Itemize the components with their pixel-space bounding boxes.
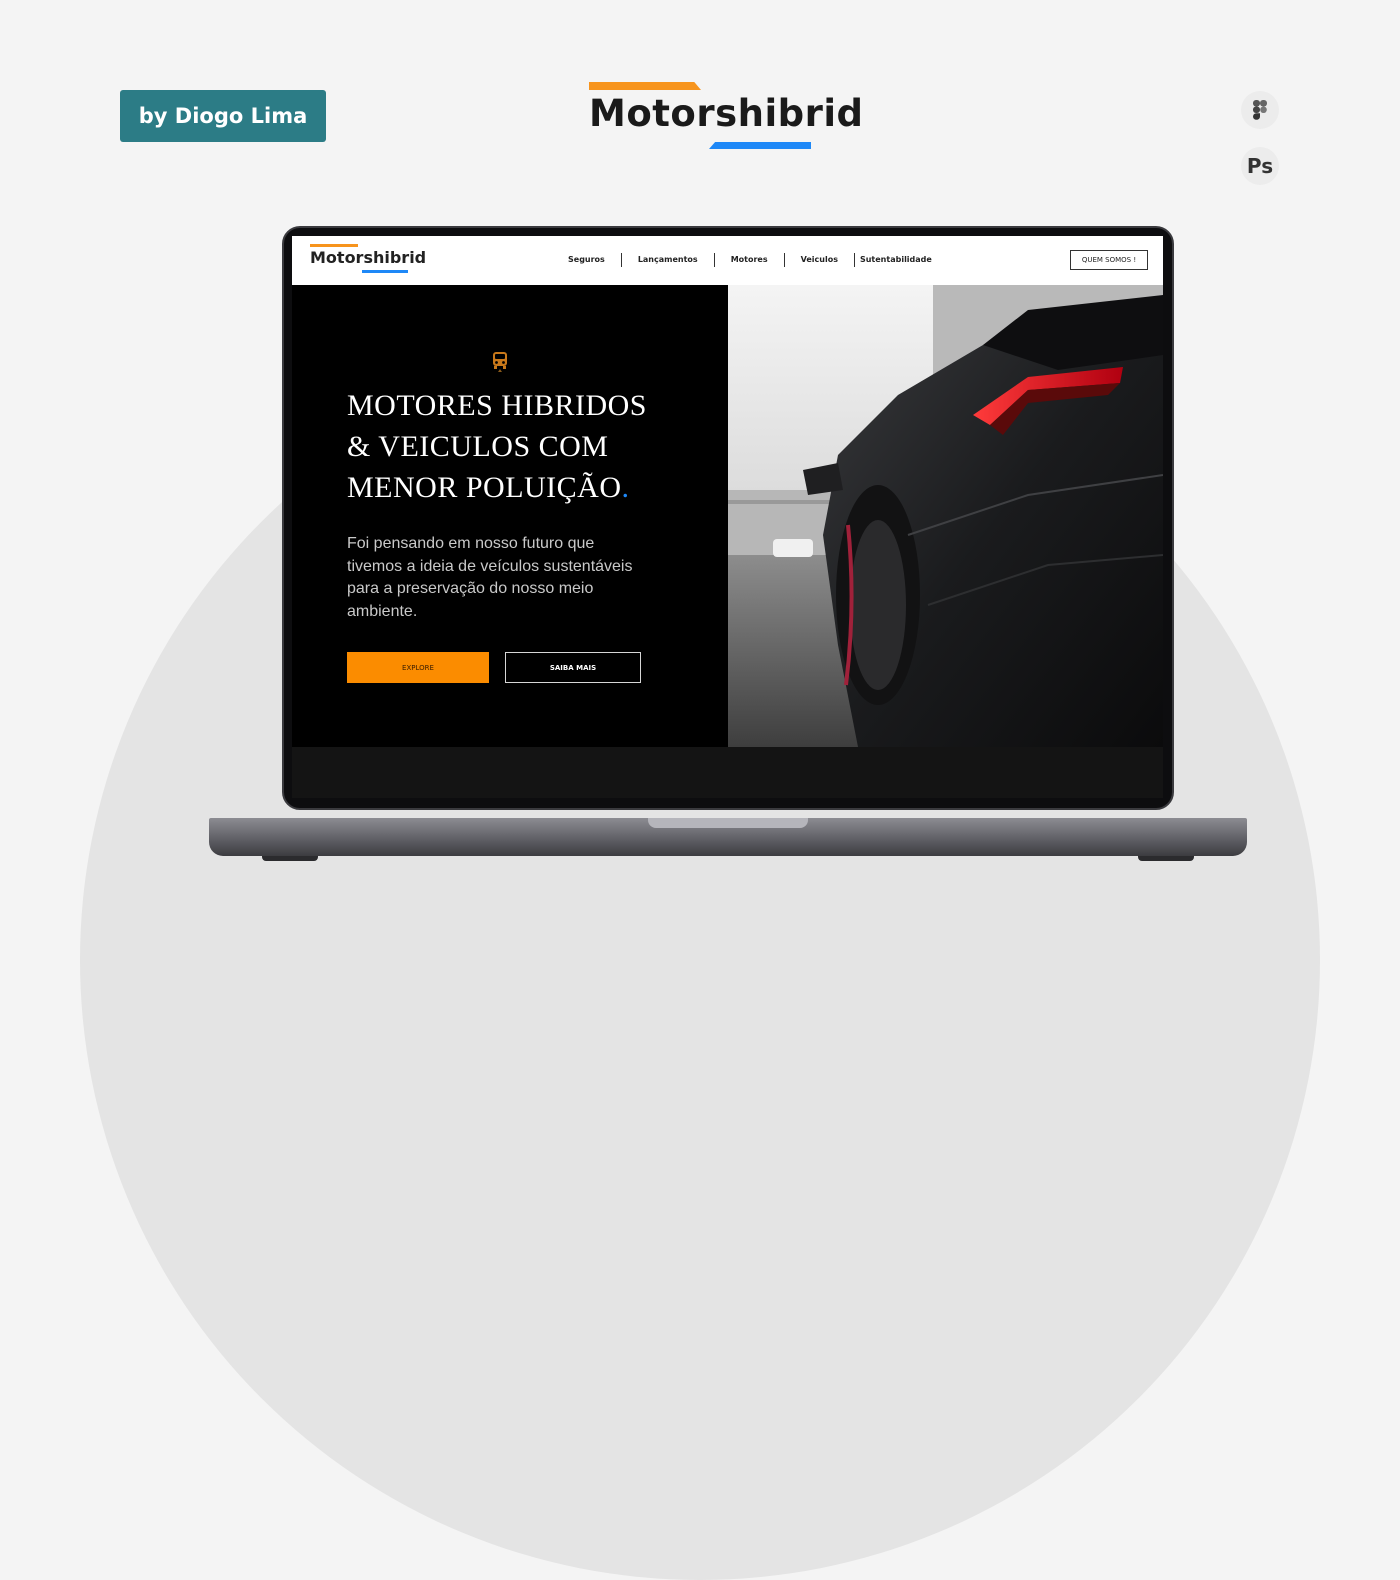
site-header: Motorshibrid Seguros Lançamentos Motores… [292, 236, 1163, 285]
site-logo-accent-bottom [362, 270, 408, 273]
figma-icon [1241, 91, 1279, 129]
hero-car-image [728, 285, 1163, 747]
brand-accent-bottom [709, 142, 811, 149]
nav-item-veiculos[interactable]: Veiculos [783, 253, 854, 267]
hero-title-line-3-wrap: MENOR POLUIÇÃO. [347, 467, 727, 508]
photoshop-icon: Ps [1241, 147, 1279, 185]
hero-title-line-2: & VEICULOS COM [347, 430, 609, 463]
hero-title-line-3: MENOR POLUIÇÃO [347, 471, 622, 504]
nav-item-lancamentos[interactable]: Lançamentos [620, 253, 714, 267]
laptop-foot-right [1138, 856, 1194, 861]
nav-item-seguros[interactable]: Seguros [552, 253, 621, 267]
hero-title-line-1: MOTORES HIBRIDOS [347, 389, 647, 422]
car-icon [493, 352, 507, 372]
hero-title: MOTORES HIBRIDOS & VEICULOS COM MENOR PO… [347, 385, 727, 508]
laptop-foot-left [262, 856, 318, 861]
hero-panel: MOTORES HIBRIDOS & VEICULOS COM MENOR PO… [292, 285, 728, 747]
saiba-mais-button[interactable]: SAIBA MAIS [505, 652, 641, 683]
hero-title-dot: . [621, 471, 630, 504]
nav-item-sustentabilidade[interactable]: Sutentabilidade [853, 253, 937, 267]
brand-name: Motorshibrid [589, 92, 864, 135]
site-next-section [292, 747, 1163, 798]
site-logo-text: Motorshibrid [310, 248, 427, 267]
site-logo[interactable]: Motorshibrid [310, 244, 426, 276]
about-button[interactable]: QUEM SOMOS ! [1070, 250, 1148, 270]
site-logo-accent-top [310, 244, 358, 247]
explore-button[interactable]: EXPLORE [347, 652, 489, 683]
laptop-screen: Motorshibrid Seguros Lançamentos Motores… [292, 236, 1163, 798]
laptop-notch [648, 818, 808, 828]
sports-car-photo [728, 285, 1163, 747]
brand-logo: Motorshibrid [589, 82, 863, 152]
author-badge: by Diogo Lima [120, 90, 326, 142]
site-nav: Seguros Lançamentos Motores Veiculos Sut… [552, 251, 937, 269]
hero-description: Foi pensando em nosso futuro que tivemos… [347, 535, 633, 620]
nav-item-motores[interactable]: Motores [713, 253, 784, 267]
brand-accent-top [589, 82, 701, 90]
